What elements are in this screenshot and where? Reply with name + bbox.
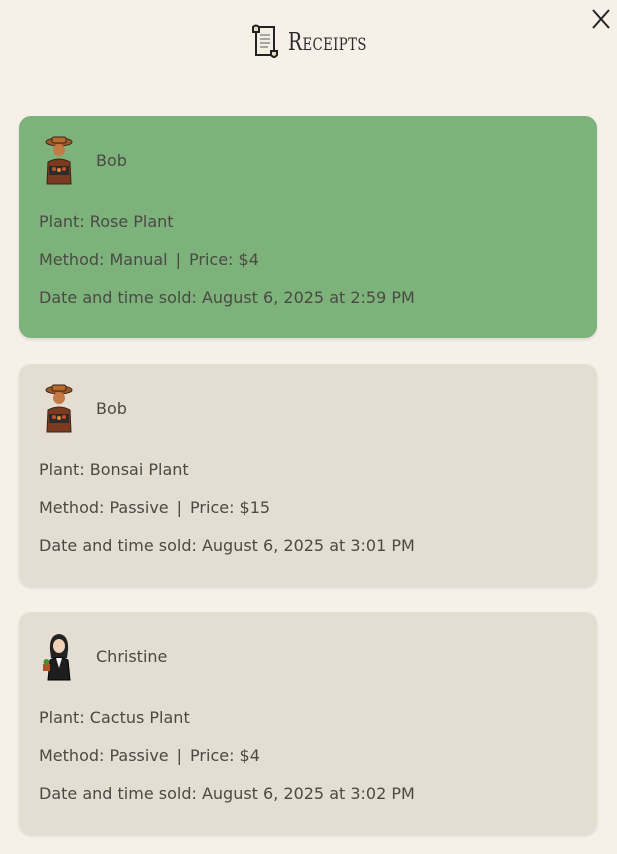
receipt-card[interactable]: Bob Plant: Rose Plant Method: Manual | Pri… [19, 116, 597, 338]
buyer-name: Christine [96, 646, 168, 666]
date-text: Date and time sold: August 6, 2025 at 3:… [39, 784, 415, 803]
separator: | [175, 250, 182, 269]
price-text: Price: $4 [189, 250, 259, 269]
separator: | [176, 498, 183, 517]
separator: | [176, 746, 183, 765]
method-price-line: Method: Passive | Price: $4 [39, 746, 577, 766]
price-text: Price: $4 [190, 746, 260, 765]
receipt-header: Bob [39, 382, 577, 434]
plant-text: Plant: Rose Plant [39, 212, 174, 231]
businesswoman-avatar-icon [43, 634, 71, 681]
page-title: Receipts [287, 28, 367, 56]
farmer-avatar-icon [45, 384, 73, 433]
date-text: Date and time sold: August 6, 2025 at 3:… [39, 536, 415, 555]
plant-text: Plant: Bonsai Plant [39, 460, 189, 479]
method-text: Method: Passive [39, 746, 169, 765]
receipt-card[interactable]: Christine Plant: Cactus Plant Method: Pa… [19, 612, 597, 834]
scroll-icon [251, 24, 278, 58]
price-text: Price: $15 [190, 498, 271, 517]
plant-text: Plant: Cactus Plant [39, 708, 190, 727]
date-text: Date and time sold: August 6, 2025 at 2:… [39, 288, 415, 307]
method-text: Method: Manual [39, 250, 168, 269]
farmer-avatar-icon [45, 136, 73, 185]
receipt-header: Christine [39, 630, 577, 682]
method-price-line: Method: Passive | Price: $15 [39, 498, 577, 518]
method-text: Method: Passive [39, 498, 169, 517]
close-button[interactable] [589, 6, 613, 32]
receipt-card[interactable]: Bob Plant: Bonsai Plant Method: Passive |… [19, 364, 597, 586]
receipt-header: Bob [39, 134, 577, 186]
buyer-name: Bob [96, 398, 127, 418]
buyer-name: Bob [96, 150, 127, 170]
receipts-page: Receipts Bob Plant: Rose Plant Method: M… [0, 0, 617, 854]
header: Receipts [0, 22, 617, 62]
method-price-line: Method: Manual | Price: $4 [39, 250, 577, 270]
